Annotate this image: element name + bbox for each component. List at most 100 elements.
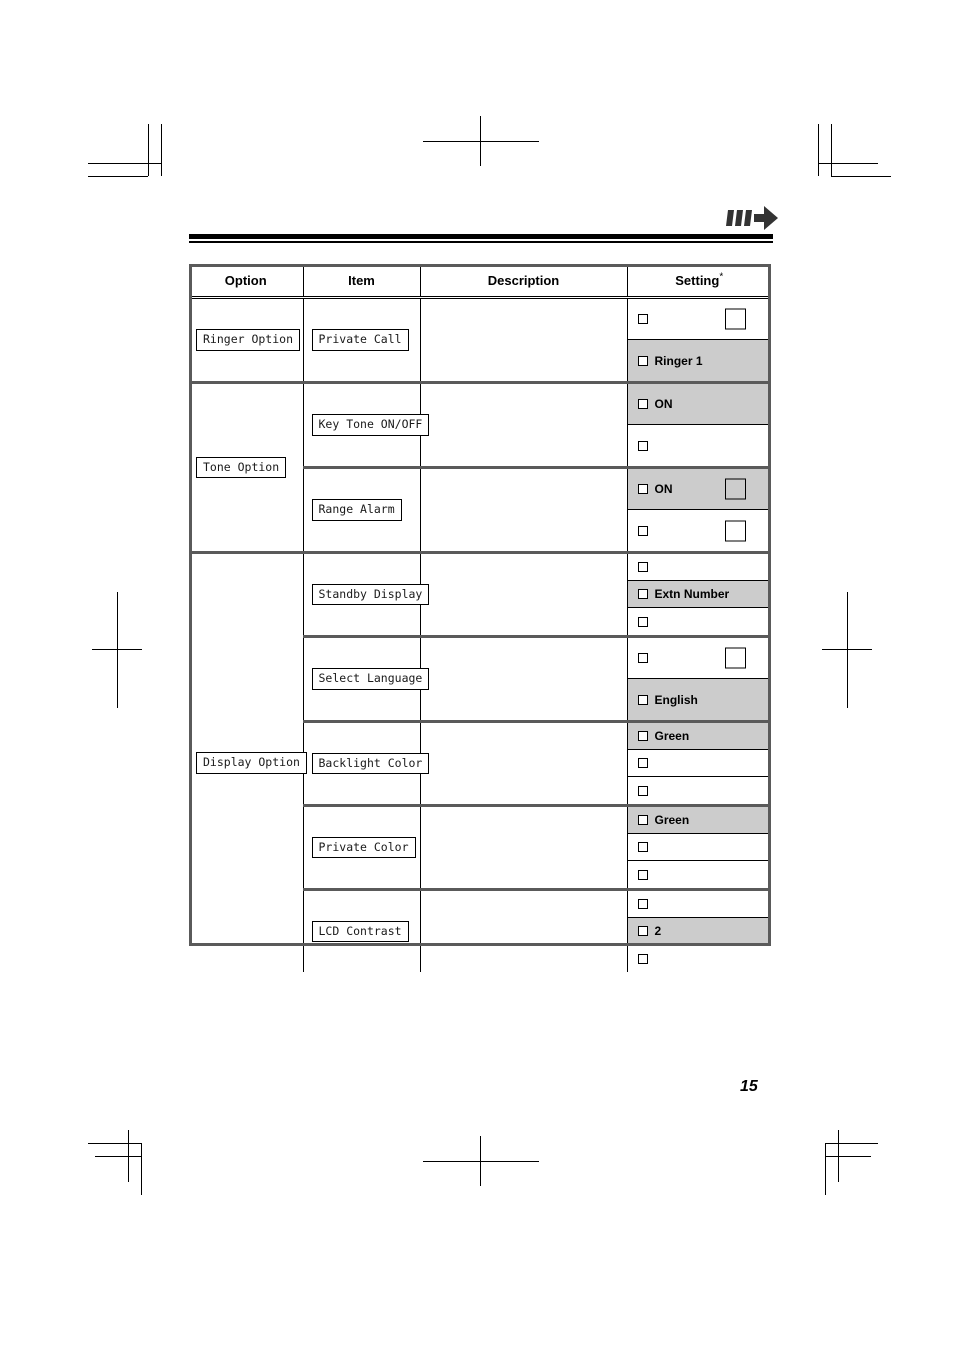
- crop-mark-line: [825, 1143, 878, 1144]
- column-header-setting-text: Setting: [675, 272, 720, 288]
- registration-line-v: [480, 116, 481, 166]
- item-label-box: Backlight Color: [311, 752, 430, 775]
- setting-option-row[interactable]: [627, 608, 771, 635]
- table-row: Tone Option Key Tone ON/OFF ON: [189, 381, 771, 553]
- description-cell: [420, 720, 628, 806]
- checkbox-icon[interactable]: [637, 785, 648, 796]
- setting-option-row[interactable]: Extn Number: [627, 581, 771, 608]
- item-cell: Standby Display: [303, 551, 430, 637]
- checkbox-icon[interactable]: [637, 589, 648, 599]
- setting-option-list: Extn Number: [627, 554, 771, 635]
- setting-option-row[interactable]: [627, 861, 771, 888]
- setting-option-list: Green: [627, 723, 771, 804]
- setting-option-label: Green: [654, 813, 690, 827]
- crop-mark-line: [141, 1143, 142, 1195]
- table-row: Ringer Option Private Call Ringer 1: [189, 297, 771, 383]
- checkbox-icon[interactable]: [637, 440, 648, 451]
- item-cell: Private Call: [303, 297, 421, 383]
- setting-option-row[interactable]: [627, 750, 771, 777]
- item-cell: Select Language: [303, 635, 430, 722]
- checkbox-icon[interactable]: [637, 953, 648, 964]
- crop-mark-line: [161, 124, 162, 176]
- setting-option-row[interactable]: Ringer 1: [627, 340, 771, 381]
- triple-bar-right-arrow-icon: [726, 205, 778, 231]
- setting-cell: ON: [627, 466, 771, 553]
- option-cell: Tone Option: [189, 381, 304, 553]
- setting-cell: English: [627, 635, 771, 722]
- setting-option-row[interactable]: [627, 945, 771, 972]
- setting-placeholder-box: [725, 308, 746, 330]
- setting-option-list: ON: [627, 469, 771, 551]
- crop-mark-line: [88, 176, 148, 177]
- description-cell: [420, 466, 628, 553]
- item-label-box: LCD Contrast: [311, 920, 409, 943]
- setting-option-row[interactable]: [627, 638, 771, 679]
- crop-mark-line: [88, 1143, 141, 1144]
- setting-option-row[interactable]: English: [627, 679, 771, 720]
- setting-option-row[interactable]: [627, 834, 771, 861]
- setting-option-row[interactable]: ON: [627, 469, 771, 510]
- checkbox-icon[interactable]: [637, 869, 648, 880]
- setting-placeholder-box: [725, 520, 746, 541]
- table-header-row: Option Item Description Setting*: [189, 264, 771, 299]
- crop-mark-line: [831, 176, 891, 177]
- item-cell: Backlight Color: [303, 720, 430, 806]
- setting-placeholder-box: [725, 647, 746, 669]
- setting-option-row[interactable]: [627, 510, 771, 551]
- checkbox-icon[interactable]: [637, 694, 648, 705]
- setting-option-row[interactable]: [627, 299, 771, 340]
- column-header-setting: Setting*: [627, 264, 771, 299]
- registration-line-h: [423, 1161, 539, 1162]
- description-cell: [420, 381, 628, 468]
- checkbox-icon[interactable]: [637, 525, 648, 536]
- checkbox-icon[interactable]: [637, 399, 648, 409]
- checkbox-icon[interactable]: [637, 616, 648, 627]
- checkbox-icon[interactable]: [637, 484, 648, 494]
- item-cell: LCD Contrast: [303, 888, 421, 972]
- registration-line-h: [822, 649, 872, 650]
- option-label-box: Display Option: [196, 752, 307, 774]
- description-cell: [420, 297, 628, 383]
- checkbox-icon[interactable]: [637, 815, 648, 825]
- setting-option-row[interactable]: [627, 554, 771, 581]
- header-rule: [189, 234, 773, 243]
- table-row: Display Option Standby Display Extn Number: [189, 551, 771, 972]
- footnote-marker: *: [719, 271, 724, 283]
- item-label-box: Private Call: [311, 329, 409, 351]
- crop-mark-line: [825, 1143, 826, 1195]
- setting-option-label: Green: [654, 729, 690, 743]
- setting-option-row[interactable]: Green: [627, 807, 771, 834]
- registration-line-v: [847, 592, 848, 708]
- description-cell: [420, 551, 628, 637]
- crop-mark-line: [825, 1156, 871, 1157]
- setting-option-row[interactable]: Green: [627, 723, 771, 750]
- setting-option-label: ON: [654, 397, 673, 411]
- checkbox-icon[interactable]: [637, 314, 648, 324]
- checkbox-icon[interactable]: [637, 842, 648, 852]
- setting-option-list: Ringer 1: [627, 299, 771, 381]
- setting-option-label: Extn Number: [654, 587, 730, 601]
- setting-option-label: 2: [654, 924, 662, 938]
- crop-mark-line: [88, 163, 161, 164]
- option-label-box: Ringer Option: [196, 329, 301, 351]
- column-header-item: Item: [303, 264, 421, 299]
- item-label-box: Range Alarm: [311, 499, 402, 521]
- setting-option-row[interactable]: [627, 425, 771, 466]
- setting-cell: 2: [627, 888, 771, 972]
- setting-option-row[interactable]: ON: [627, 384, 771, 425]
- checkbox-icon[interactable]: [637, 926, 648, 936]
- setting-option-row[interactable]: 2: [627, 918, 771, 945]
- checkbox-icon[interactable]: [637, 731, 648, 741]
- item-cell: Key Tone ON/OFF: [303, 381, 430, 468]
- setting-option-row[interactable]: [627, 891, 771, 918]
- checkbox-icon[interactable]: [637, 899, 648, 909]
- checkbox-icon[interactable]: [637, 653, 648, 663]
- checkbox-icon[interactable]: [637, 562, 648, 572]
- setting-option-row[interactable]: [627, 777, 771, 804]
- setting-placeholder-box: [725, 478, 746, 500]
- crop-mark-line: [95, 1156, 141, 1157]
- setting-option-label: English: [654, 692, 698, 707]
- checkbox-icon[interactable]: [637, 758, 648, 768]
- crop-mark-line: [148, 124, 149, 176]
- checkbox-icon[interactable]: [637, 355, 648, 366]
